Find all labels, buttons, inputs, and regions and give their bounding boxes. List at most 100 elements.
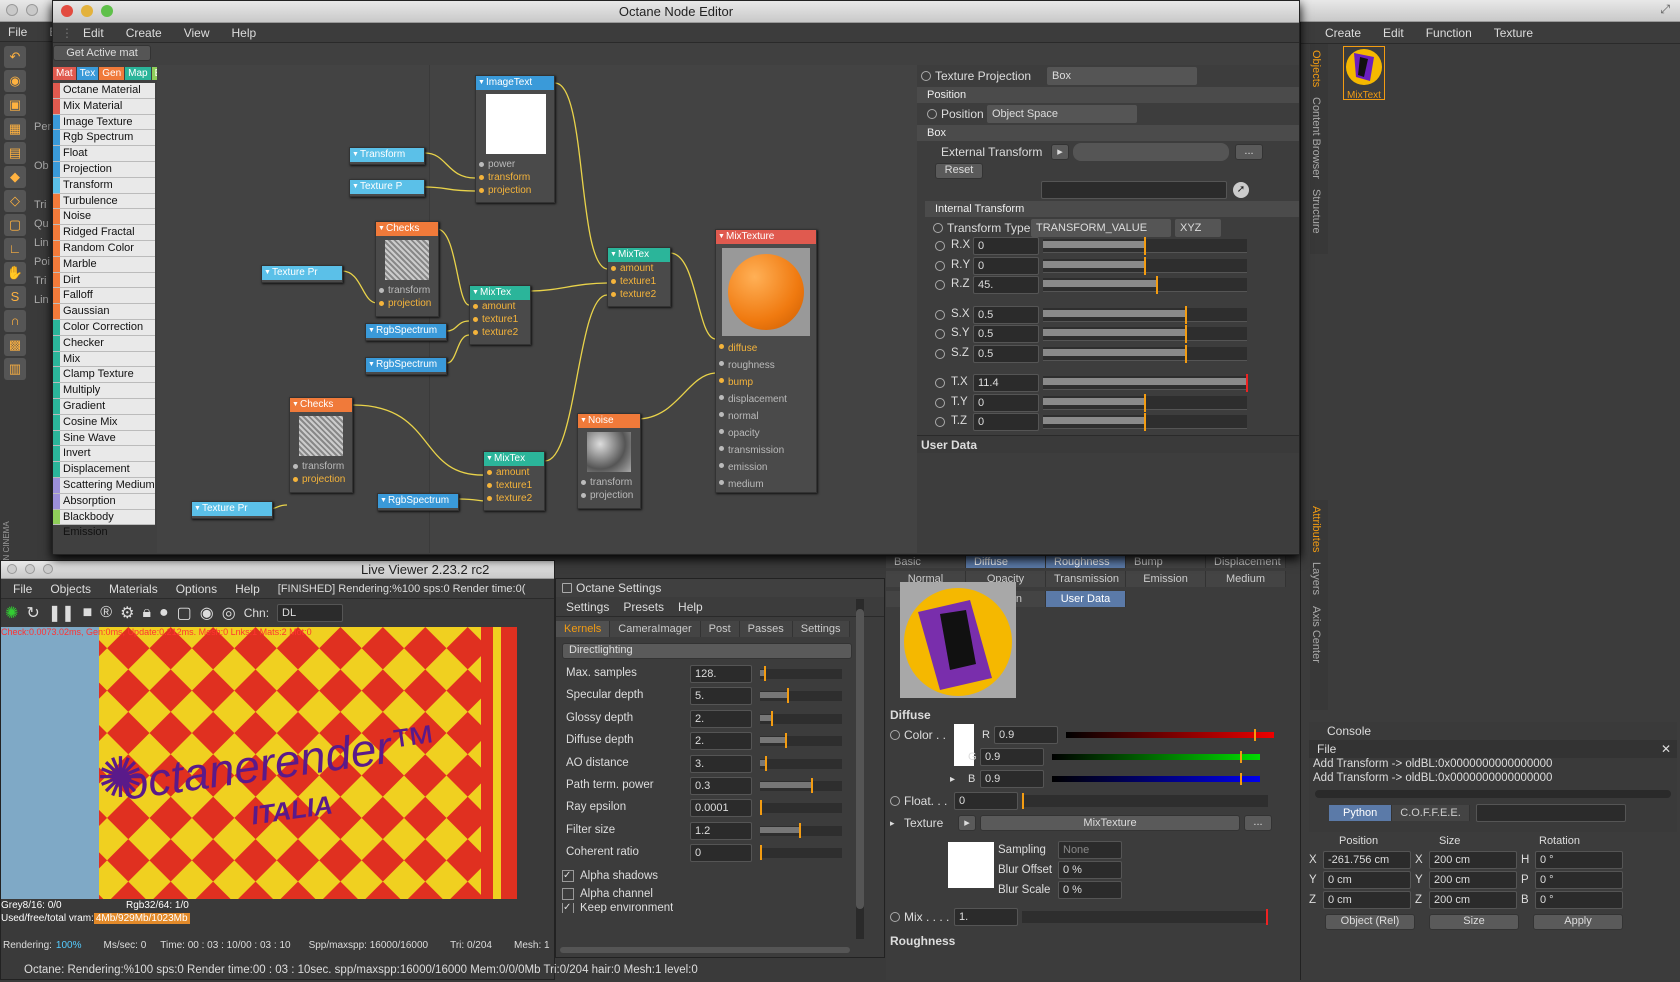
node-list-item[interactable]: Projection — [53, 161, 155, 178]
apply-button[interactable]: Apply — [1533, 914, 1623, 930]
transform-row-slider[interactable] — [1043, 276, 1247, 294]
frame-icon[interactable]: ▢ — [177, 603, 192, 623]
position-section[interactable]: Position — [917, 87, 1299, 103]
axis-icon[interactable]: ∟ — [4, 238, 26, 260]
grid-icon[interactable]: ▩ — [4, 334, 26, 356]
transform-row-slider[interactable] — [1043, 344, 1247, 363]
position-input[interactable]: 0 cm — [1323, 891, 1411, 909]
magnet-icon[interactable]: ∩ — [4, 310, 26, 332]
tab-structure[interactable]: Structure — [1310, 189, 1322, 234]
settings-row-input[interactable]: 3. — [690, 754, 752, 773]
transform-row-input[interactable]: 0.5 — [973, 325, 1039, 343]
ne-menu-create[interactable]: Create — [126, 26, 162, 40]
size-input[interactable]: 200 cm — [1429, 851, 1517, 869]
transform-row-slider[interactable] — [1043, 256, 1247, 275]
transform-row-input[interactable]: 0.5 — [973, 305, 1039, 324]
node-list-item[interactable]: Gradient — [53, 398, 155, 415]
tab-kernels[interactable]: Kernels — [556, 621, 611, 637]
restart-icon[interactable]: ↻ — [26, 603, 39, 623]
node-list-item[interactable]: Random Color — [53, 240, 155, 257]
edge-icon[interactable]: ▢ — [4, 214, 26, 236]
rotation-input[interactable]: 0 ° — [1535, 891, 1623, 909]
node-list-item[interactable]: Cosine Mix — [53, 414, 155, 431]
node-list-item[interactable]: Dirt — [53, 272, 155, 289]
tab-user-data[interactable]: User Data — [1046, 591, 1126, 607]
transform-row-input[interactable]: 0 — [973, 393, 1039, 412]
node-list-item[interactable]: Absorption Medium — [53, 493, 155, 523]
settings-menu-presets[interactable]: Presets — [623, 600, 664, 614]
transform-row-input[interactable]: 45. — [973, 276, 1039, 294]
float-slider[interactable] — [1022, 793, 1268, 809]
filter-mat[interactable]: Mat — [53, 67, 76, 80]
texture-link-field[interactable]: MixTexture — [980, 815, 1240, 831]
pick-material-icon[interactable]: ◎ — [222, 603, 236, 623]
color-r-input[interactable]: 0.9 — [994, 726, 1058, 744]
filter-tex[interactable]: Tex — [76, 67, 99, 80]
internal-transform-section[interactable]: Internal Transform — [925, 201, 1299, 217]
node-list-item[interactable]: Transform — [53, 177, 155, 194]
node-rgbspectrum-3[interactable]: RgbSpectrum — [377, 493, 459, 511]
lv-menu-help[interactable]: Help — [235, 582, 260, 596]
node-list-item[interactable]: Blackbody Emission — [53, 509, 155, 538]
pause-icon[interactable]: ❚❚ — [48, 603, 75, 623]
coord-mode-select[interactable]: Object (Rel) — [1325, 914, 1415, 930]
stop-icon[interactable]: ■ — [83, 604, 93, 622]
lv-menu-objects[interactable]: Objects — [50, 582, 91, 596]
tab-layers[interactable]: Layers — [1310, 562, 1322, 595]
settings-scrollbar[interactable] — [856, 599, 864, 939]
zoom-window-icon[interactable] — [101, 5, 113, 17]
settings-row-slider[interactable] — [760, 710, 842, 726]
tab-content-browser[interactable]: Content Browser — [1310, 97, 1322, 179]
lock-icon[interactable]: ▥ — [4, 358, 26, 380]
settings-row-slider[interactable] — [760, 755, 842, 771]
settings-row-input[interactable]: 0.0001 — [690, 799, 752, 818]
settings-row-slider[interactable] — [760, 733, 842, 749]
external-transform-field[interactable] — [1073, 143, 1229, 161]
checker-icon[interactable]: ▦ — [4, 118, 26, 140]
settings-row-input[interactable]: 2. — [690, 732, 752, 751]
external-transform-more[interactable]: ... — [1235, 144, 1263, 160]
filter-map[interactable]: Map — [125, 67, 151, 80]
node-transform[interactable]: Transform — [349, 147, 425, 165]
node-texture-projection[interactable]: Texture P — [349, 179, 425, 197]
reset-button[interactable]: Reset — [935, 163, 983, 179]
transform-row-slider[interactable] — [1043, 413, 1247, 431]
position-input[interactable]: 0 cm — [1323, 871, 1411, 889]
tweak-icon[interactable]: ✋ — [4, 262, 26, 284]
settings-row-input[interactable]: 0.3 — [690, 777, 752, 795]
tab-cameraimager[interactable]: CameraImager — [610, 621, 701, 637]
color-b-slider[interactable] — [1052, 773, 1260, 785]
region-icon[interactable]: ® — [100, 604, 112, 622]
polygon-icon[interactable]: ◇ — [4, 190, 26, 212]
pick-cursor-icon[interactable]: ➚ — [1233, 182, 1249, 198]
texture-icon[interactable]: ▤ — [4, 142, 26, 164]
node-list-item[interactable]: Falloff — [53, 288, 155, 305]
node-list-item[interactable]: Noise — [53, 209, 155, 226]
settings-menu-settings[interactable]: Settings — [566, 600, 609, 614]
get-active-mat-button[interactable]: Get Active mat — [53, 45, 151, 61]
snap-icon[interactable]: S — [4, 286, 26, 308]
node-list-item[interactable]: Octane Material — [53, 83, 155, 99]
node-list-item[interactable]: Rgb Spectrum — [53, 130, 155, 147]
blur-scale-input[interactable]: 0 % — [1058, 881, 1122, 899]
settings-row-slider[interactable] — [760, 778, 842, 793]
transform-row-input[interactable]: 0 — [973, 256, 1039, 275]
node-list-item[interactable]: Mix — [53, 351, 155, 368]
tab-emission[interactable]: Emission — [1126, 571, 1206, 587]
settings-row-input[interactable]: 0 — [690, 844, 752, 863]
sampling-select[interactable]: None — [1058, 841, 1122, 859]
undo-icon[interactable]: ↶ — [4, 46, 26, 68]
node-graph-canvas[interactable]: ImageText power transform projection Tra… — [157, 65, 917, 553]
settings-row-slider[interactable] — [760, 666, 842, 681]
lv-menu-file[interactable]: File — [13, 582, 32, 596]
node-mixtex-3[interactable]: MixTex amount texture1 texture2 — [483, 451, 545, 511]
alpha-shadows-checkbox[interactable]: ✓ — [562, 870, 574, 882]
node-rgbspectrum-2[interactable]: RgbSpectrum — [365, 357, 447, 375]
lv-menu-materials[interactable]: Materials — [109, 582, 158, 596]
settings-row-input[interactable]: 1.2 — [690, 821, 752, 840]
node-list-item[interactable]: Gaussian Spectrum — [53, 304, 155, 333]
node-checks[interactable]: Checks transform projection — [375, 221, 439, 317]
live-select-icon[interactable]: ◉ — [4, 70, 26, 92]
tab-attributes[interactable]: Attributes — [1310, 506, 1322, 552]
node-list-item[interactable]: Mix Material — [53, 98, 155, 115]
